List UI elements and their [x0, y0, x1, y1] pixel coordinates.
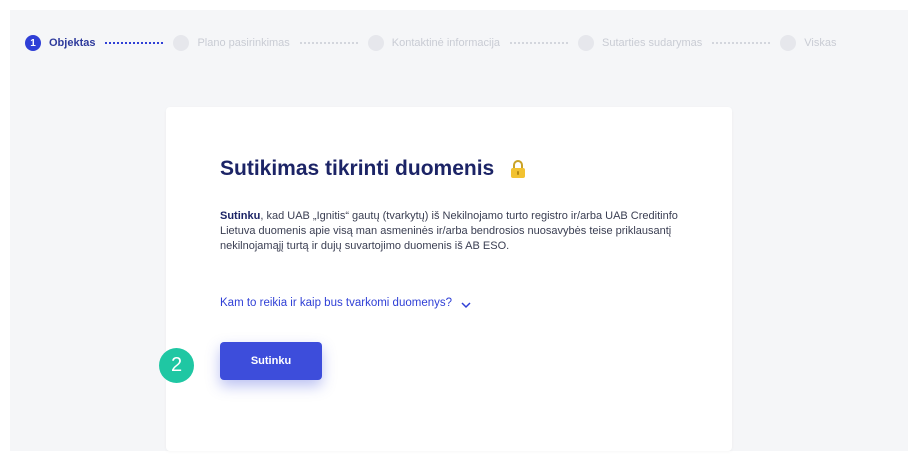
step-plano-pasirinkimas[interactable]: Plano pasirinkimas	[173, 35, 290, 51]
agree-button[interactable]: Sutinku	[220, 342, 322, 380]
lock-icon	[510, 159, 526, 179]
step-label: Plano pasirinkimas	[197, 37, 290, 49]
consent-text-bold: Sutinku	[220, 210, 261, 222]
step-sutarties-sudarymas[interactable]: Sutarties sudarymas	[578, 35, 702, 51]
progress-stepper: 1 Objektas Plano pasirinkimas Kontaktinė…	[25, 34, 837, 52]
consent-title: Sutikimas tikrinti duomenis	[220, 157, 495, 180]
step-number	[173, 35, 190, 51]
expand-link-label: Kam to reikia ir kaip bus tvarkomi duome…	[220, 297, 453, 309]
step-label: Viskas	[804, 37, 837, 49]
step-label: Kontaktinė informacija	[391, 37, 501, 49]
consent-text: Sutinku, kad UAB „Ignitis“ gautų (tvarky…	[220, 209, 690, 254]
page-background: 1 Objektas Plano pasirinkimas Kontaktinė…	[10, 10, 908, 451]
step-number: 1	[25, 35, 41, 51]
step-number	[367, 35, 384, 51]
step-objektas[interactable]: 1 Objektas	[25, 35, 95, 51]
chevron-down-icon	[461, 300, 471, 308]
step-number	[780, 35, 797, 51]
consent-title-row: Sutikimas tikrinti duomenis	[220, 157, 526, 181]
step-connector	[510, 42, 569, 44]
data-processing-info-link[interactable]: Kam to reikia ir kaip bus tvarkomi duome…	[220, 297, 471, 309]
consent-text-rest: , kad UAB „Ignitis“ gautų (tvarkytų) iš …	[220, 210, 678, 252]
step-connector	[299, 42, 358, 44]
step-connector	[712, 42, 771, 44]
step-label: Sutarties sudarymas	[602, 37, 703, 49]
step-number	[578, 35, 595, 51]
step-kontaktine-informacija[interactable]: Kontaktinė informacija	[367, 35, 501, 51]
step-connector	[105, 42, 164, 44]
annotation-step-marker: 2	[159, 348, 194, 383]
step-label: Objektas	[49, 37, 96, 49]
consent-card: Sutikimas tikrinti duomenis Sutinku, kad…	[166, 107, 732, 451]
step-viskas[interactable]: Viskas	[780, 35, 837, 51]
